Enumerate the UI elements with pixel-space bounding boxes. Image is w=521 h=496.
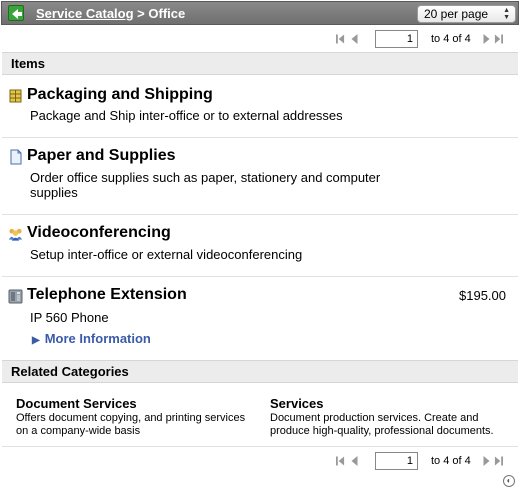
pager-top: to 4 of 4 <box>331 29 521 51</box>
breadcrumb-current: Office <box>148 6 186 21</box>
prev-page-icon[interactable] <box>350 455 359 467</box>
item-description: Order office supplies such as paper, sta… <box>30 170 381 200</box>
last-page-icon[interactable] <box>494 455 503 467</box>
telephone-icon <box>8 289 23 304</box>
per-page-select[interactable]: 20 per page ▲ ▼ <box>417 5 516 23</box>
item-title[interactable]: Paper and Supplies <box>27 147 175 165</box>
prev-page-icon[interactable] <box>350 33 359 45</box>
people-icon <box>8 228 23 241</box>
item-title[interactable]: Videoconferencing <box>27 224 171 242</box>
items-section-header: Items <box>2 52 518 75</box>
item-description: Package and Ship inter-office or to exte… <box>30 108 343 123</box>
related-category-title[interactable]: Services <box>270 396 506 411</box>
related-category-description: Offers document copying, and printing se… <box>16 412 246 437</box>
more-information-link[interactable]: ▶ More Information <box>32 331 151 346</box>
item-title[interactable]: Telephone Extension <box>27 286 187 304</box>
expand-triangle-icon: ▶ <box>32 335 40 346</box>
per-page-value: 20 per page <box>424 7 489 21</box>
related-category[interactable]: Document Services Offers document copyin… <box>16 396 256 438</box>
first-page-icon[interactable] <box>336 33 345 45</box>
header-bar: Service Catalog > Office 20 per page ▲ ▼ <box>1 1 519 25</box>
back-arrow-icon <box>12 9 22 19</box>
item-title[interactable]: Packaging and Shipping <box>27 86 213 104</box>
pager-bottom: to 4 of 4 <box>331 451 521 473</box>
next-page-icon[interactable] <box>482 455 491 467</box>
first-page-icon[interactable] <box>336 455 345 467</box>
last-page-icon[interactable] <box>494 33 503 45</box>
divider <box>2 446 518 447</box>
next-page-icon[interactable] <box>482 33 491 45</box>
list-item[interactable]: Videoconferencing Setup inter-office or … <box>2 224 518 277</box>
list-item[interactable]: Telephone Extension $195.00 IP 560 Phone… <box>2 286 518 354</box>
paper-icon <box>10 149 22 165</box>
breadcrumb-link-service-catalog[interactable]: Service Catalog <box>36 6 134 21</box>
list-item[interactable]: Packaging and Shipping Package and Ship … <box>2 86 518 138</box>
related-category-title[interactable]: Document Services <box>16 396 256 411</box>
item-description: IP 560 Phone <box>30 310 109 325</box>
page-count-text: to 4 of 4 <box>431 33 471 45</box>
list-item[interactable]: Paper and Supplies Order office supplies… <box>2 147 518 215</box>
related-categories-header: Related Categories <box>2 360 518 383</box>
page-number-input[interactable] <box>375 30 418 48</box>
item-description: Setup inter-office or external videoconf… <box>30 247 303 262</box>
page-count-text: to 4 of 4 <box>431 455 471 467</box>
more-information-label: More Information <box>44 331 151 346</box>
related-category[interactable]: Services Document production services. C… <box>270 396 506 438</box>
page-number-input[interactable] <box>375 452 418 470</box>
back-button[interactable] <box>8 5 24 21</box>
package-icon <box>9 89 22 103</box>
resize-grip-icon[interactable]: ◐ <box>503 475 515 487</box>
item-price: $195.00 <box>459 288 506 303</box>
breadcrumb-separator: > <box>133 6 149 21</box>
related-category-description: Document production services. Create and… <box>270 412 494 437</box>
select-arrows-icon: ▲ ▼ <box>503 7 510 21</box>
breadcrumb: Service Catalog > Office <box>36 6 185 21</box>
